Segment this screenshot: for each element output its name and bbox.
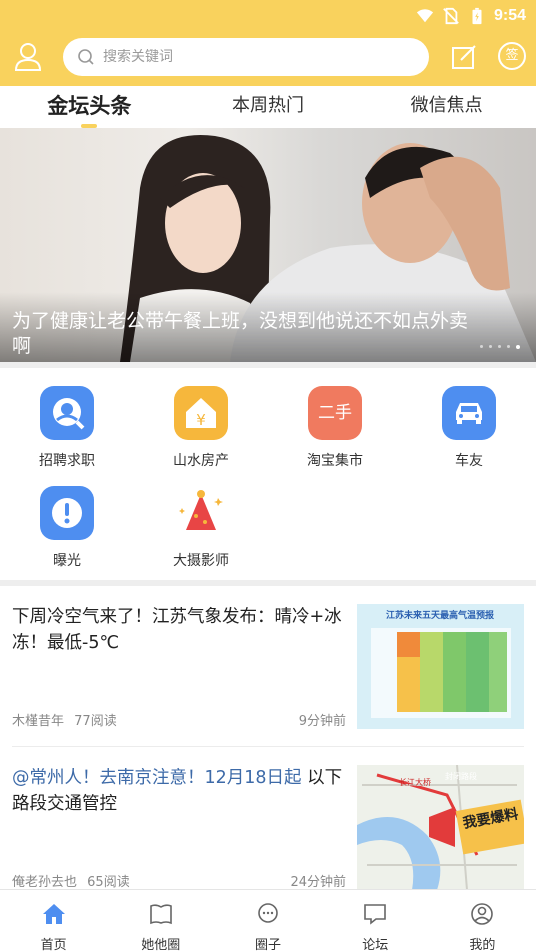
nav-label: 首页	[40, 938, 67, 952]
bottom-navigation: 首页 她他圈 圈子 论坛 我的	[0, 889, 536, 952]
car-icon	[442, 386, 496, 440]
edit-post-icon[interactable]	[451, 44, 477, 70]
article-time: 9分钟前	[298, 714, 346, 729]
tab-label: 本周热门	[232, 95, 304, 116]
nav-home[interactable]: 首页	[0, 890, 107, 952]
category-grid: 招聘求职 ¥ 山水房产 二手 淘宝集市 车友 曝光 大摄影师	[0, 368, 536, 580]
carousel-indicator	[480, 345, 520, 349]
grid-label: 山水房产	[173, 453, 229, 469]
second-hand-icon: 二手	[308, 386, 362, 440]
wifi-icon	[416, 9, 434, 23]
user-icon[interactable]	[14, 42, 42, 72]
search-input[interactable]	[103, 49, 403, 65]
article-reads: 77阅读	[74, 714, 117, 729]
carousel-dot-active	[516, 345, 520, 349]
header: 签	[0, 34, 536, 80]
nav-label: 我的	[469, 938, 496, 952]
nav-circle[interactable]: 她他圈	[107, 890, 214, 952]
map-label: 长江大桥	[399, 777, 431, 787]
status-bar: 9:54	[416, 4, 526, 28]
tab-wechat-focus[interactable]: 微信焦点	[357, 86, 536, 128]
article-card[interactable]: @常州人！去南京注意！12月18日起 以下路段交通管控 俺老孙去也 65阅读 2…	[12, 765, 524, 891]
tab-label: 微信焦点	[410, 95, 483, 116]
house-yen-icon: ¥	[174, 386, 228, 440]
svg-text:¥: ¥	[196, 411, 206, 429]
tab-label: 金坛头条	[47, 94, 132, 118]
map-label: 封闭路段	[445, 771, 477, 781]
grid-label: 招聘求职	[39, 453, 95, 469]
second-hand-badge: 二手	[318, 403, 352, 423]
nav-profile[interactable]: 我的	[429, 890, 536, 952]
article-mention[interactable]: @常州人！去南京注意！12月18日起	[12, 768, 302, 788]
book-icon	[149, 904, 172, 925]
article-author: 木槿昔年	[12, 714, 65, 729]
tab-weekly-hot[interactable]: 本周热门	[179, 86, 358, 128]
carousel-dot	[489, 345, 492, 348]
chat-bubble-icon	[258, 903, 278, 923]
article-thumbnail: 长江大桥 封闭路段 我要爆料	[357, 765, 524, 890]
weather-chart-image: 江苏未来五天最高气温预报	[357, 604, 524, 729]
nav-label: 她他圈	[141, 938, 181, 952]
map-image: 长江大桥 封闭路段 我要爆料	[357, 765, 524, 890]
carousel-dot	[498, 345, 501, 348]
search-icon	[78, 49, 94, 65]
grid-item-photographer[interactable]: 大摄影师	[134, 486, 268, 570]
article-meta: 木槿昔年 77阅读 9分钟前	[12, 710, 346, 729]
grid-label: 大摄影师	[173, 553, 229, 569]
exclamation-icon	[40, 486, 94, 540]
party-hat-icon	[174, 486, 228, 540]
article-meta: 俺老孙去也 65阅读 24分钟前	[12, 871, 346, 890]
banner-title[interactable]: 为了健康让老公带午餐上班，没想到他说还不如点外卖啊	[12, 309, 472, 359]
weather-grid	[371, 628, 511, 718]
grid-item-jobs[interactable]: 招聘求职	[0, 386, 134, 470]
banner-carousel[interactable]: 为了健康让老公带午餐上班，没想到他说还不如点外卖啊	[0, 128, 536, 362]
nav-groups[interactable]: 圈子	[214, 890, 321, 952]
status-time: 9:54	[493, 7, 526, 24]
sign-in-button[interactable]: 签	[498, 42, 526, 70]
forum-icon	[364, 904, 387, 925]
job-search-icon	[40, 386, 94, 440]
carousel-dot	[507, 345, 510, 348]
top-bar: 9:54 签	[0, 0, 536, 86]
article-card[interactable]: 下周冷空气来了！江苏气象发布：晴冷+冰冻！最低-5℃ 木槿昔年 77阅读 9分钟…	[12, 604, 524, 730]
grid-item-market[interactable]: 二手 淘宝集市	[268, 386, 402, 470]
no-sim-icon	[443, 7, 459, 25]
article-reads: 65阅读	[87, 875, 130, 890]
nav-label: 论坛	[362, 938, 389, 952]
app-screen: 9:54 签 金坛头条	[0, 0, 536, 952]
profile-icon	[471, 903, 494, 925]
search-bar[interactable]	[63, 38, 429, 76]
article-thumbnail: 江苏未来五天最高气温预报	[357, 604, 524, 729]
grid-item-exposure[interactable]: 曝光	[0, 486, 134, 570]
home-icon	[42, 904, 65, 924]
carousel-dot	[480, 345, 483, 348]
nav-forum[interactable]: 论坛	[322, 890, 429, 952]
battery-charging-icon	[472, 7, 482, 25]
news-feed: 下周冷空气来了！江苏气象发布：晴冷+冰冻！最低-5℃ 木槿昔年 77阅读 9分钟…	[0, 586, 536, 890]
grid-label: 车友	[455, 453, 483, 469]
article-title: @常州人！去南京注意！12月18日起 以下路段交通管控	[12, 765, 347, 817]
grid-label: 淘宝集市	[307, 453, 363, 469]
grid-item-property[interactable]: ¥ 山水房产	[134, 386, 268, 470]
article-author: 俺老孙去也	[12, 875, 78, 890]
nav-label: 圈子	[255, 938, 282, 952]
grid-label: 曝光	[53, 553, 81, 569]
thumb-title: 江苏未来五天最高气温预报	[386, 609, 494, 621]
tab-headlines[interactable]: 金坛头条	[0, 86, 179, 128]
tab-bar: 金坛头条 本周热门 微信焦点	[0, 86, 536, 128]
grid-item-car[interactable]: 车友	[402, 386, 536, 470]
article-divider	[12, 746, 524, 747]
article-title: 下周冷空气来了！江苏气象发布：晴冷+冰冻！最低-5℃	[12, 607, 342, 653]
article-time: 24分钟前	[290, 875, 346, 890]
